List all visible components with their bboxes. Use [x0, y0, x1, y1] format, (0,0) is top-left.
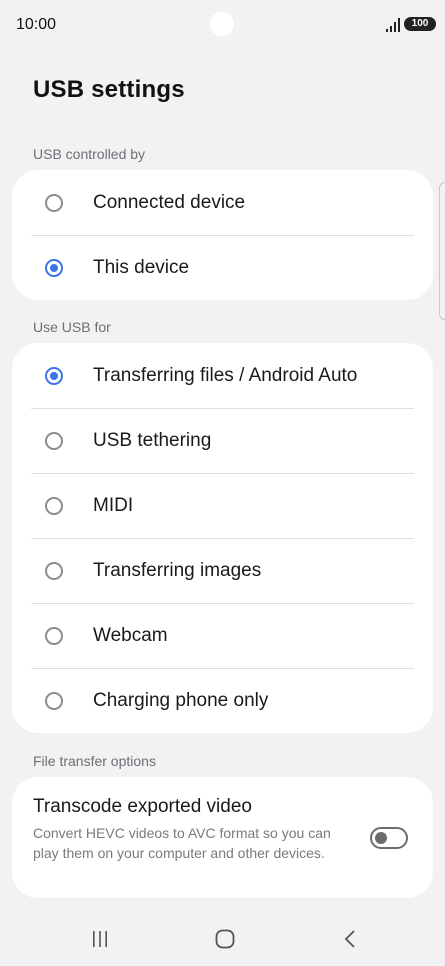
navigation-bar: [0, 910, 445, 966]
home-icon: [215, 929, 235, 949]
option-label: MIDI: [93, 494, 134, 516]
option-connected-device[interactable]: Connected device: [12, 170, 433, 235]
radio-selected-icon[interactable]: [45, 258, 63, 277]
option-this-device[interactable]: This device: [12, 235, 433, 300]
section-label-file-transfer-options: File transfer options: [33, 753, 156, 769]
transcode-title: Transcode exported video: [33, 796, 252, 817]
option-label: Webcam: [93, 624, 168, 646]
radio-icon[interactable]: [45, 561, 63, 580]
radio-selected-icon[interactable]: [45, 366, 63, 385]
radio-icon[interactable]: [45, 496, 63, 515]
signal-icon: [386, 18, 400, 32]
radio-icon[interactable]: [45, 691, 63, 710]
transcode-description: Convert HEVC videos to AVC format so you…: [33, 825, 331, 861]
usb-controlled-by-card: Connected device This device: [12, 170, 433, 300]
scrollbar[interactable]: [439, 182, 445, 320]
radio-icon[interactable]: [45, 193, 63, 212]
option-transferring-files[interactable]: Transferring files / Android Auto: [12, 343, 433, 408]
option-label: USB tethering: [93, 429, 212, 451]
camera-cutout: [210, 12, 234, 36]
section-label-usb-controlled-by: USB controlled by: [33, 146, 146, 162]
toggle-knob: [375, 832, 387, 844]
transcode-toggle[interactable]: [370, 827, 408, 849]
home-button[interactable]: [210, 926, 240, 952]
option-label: Charging phone only: [93, 689, 269, 711]
status-time: 10:00: [16, 16, 57, 33]
battery-icon: 100: [404, 17, 436, 31]
page-title: USB settings: [33, 76, 185, 103]
option-label: Transferring images: [93, 559, 262, 581]
status-bar: 10:00 100: [0, 0, 445, 50]
option-label: This device: [93, 256, 190, 278]
option-label: Connected device: [93, 191, 246, 213]
option-transferring-images[interactable]: Transferring images: [12, 538, 433, 603]
recents-button[interactable]: [85, 926, 115, 952]
back-button[interactable]: [335, 926, 365, 952]
radio-icon[interactable]: [45, 626, 63, 645]
option-label: Transferring files / Android Auto: [93, 364, 358, 386]
option-webcam[interactable]: Webcam: [12, 603, 433, 668]
radio-icon[interactable]: [45, 431, 63, 450]
use-usb-for-card: Transferring files / Android Auto USB te…: [12, 343, 433, 733]
option-usb-tethering[interactable]: USB tethering: [12, 408, 433, 473]
option-charging-phone-only[interactable]: Charging phone only: [12, 668, 433, 733]
transcode-video-setting[interactable]: Transcode exported video Convert HEVC vi…: [12, 777, 433, 898]
section-label-use-usb-for: Use USB for: [33, 319, 111, 335]
recents-icon: [93, 931, 107, 947]
option-midi[interactable]: MIDI: [12, 473, 433, 538]
back-icon: [344, 930, 355, 948]
